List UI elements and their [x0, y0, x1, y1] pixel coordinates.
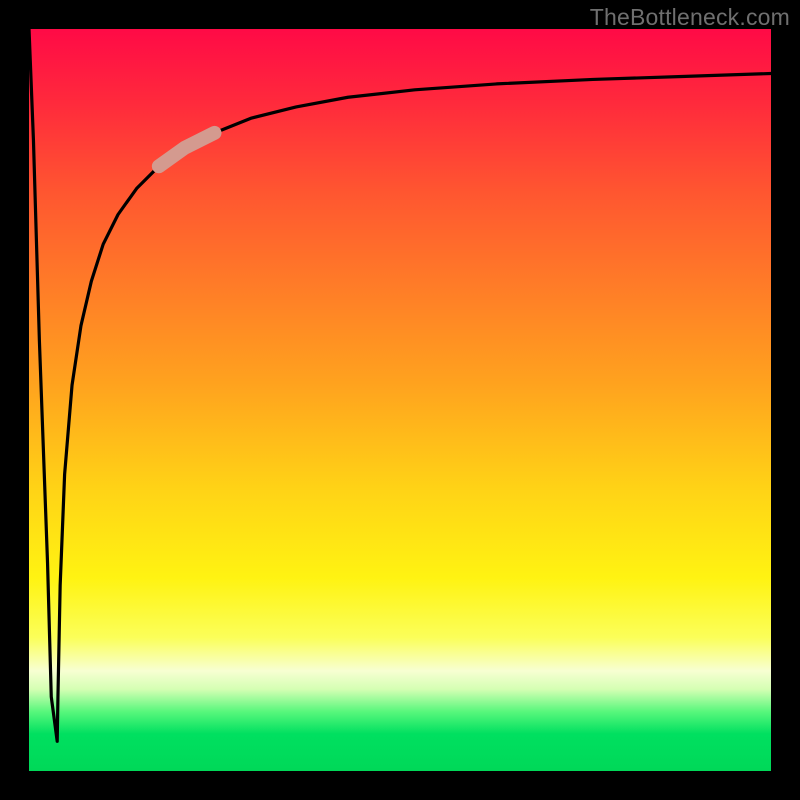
curve-highlight	[159, 133, 215, 166]
curve-layer	[29, 29, 771, 771]
bottleneck-curve	[29, 29, 771, 741]
attribution-label: TheBottleneck.com	[590, 4, 790, 31]
plot-area	[29, 29, 771, 771]
chart-stage: TheBottleneck.com	[0, 0, 800, 800]
